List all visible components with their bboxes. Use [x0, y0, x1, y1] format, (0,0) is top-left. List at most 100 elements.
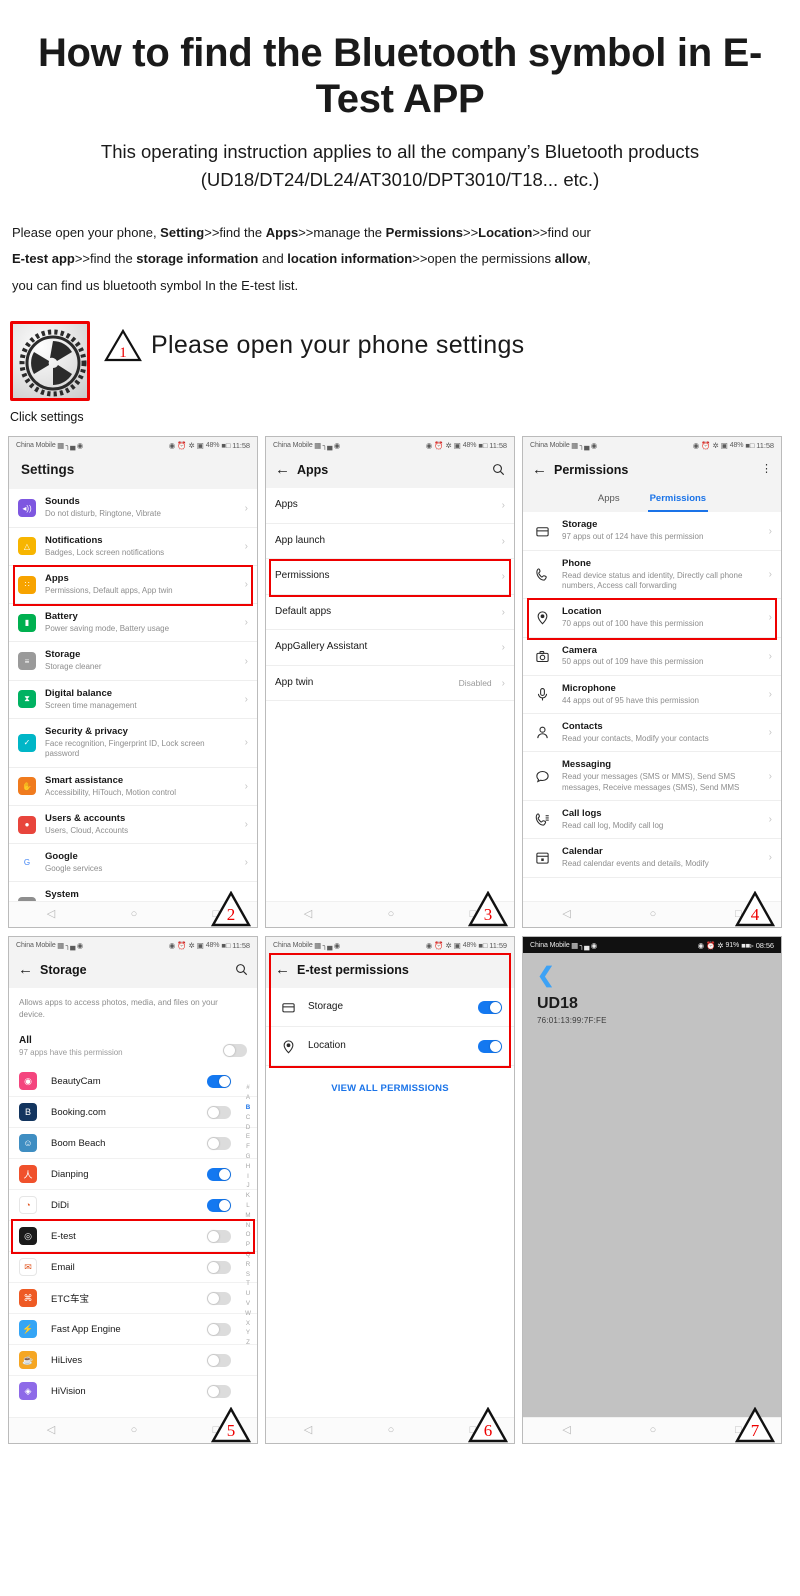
app-permission-toggle[interactable]	[207, 1074, 231, 1088]
alphabet-index-letter[interactable]: Y	[246, 1328, 250, 1338]
permission-row[interactable]: Microphone 44 apps out of 95 have this pe…	[523, 676, 781, 715]
app-toggle-row[interactable]: ◉ BeautyCam	[9, 1066, 257, 1096]
back-chevron-icon[interactable]: ❮	[537, 965, 767, 986]
settings-row[interactable]: ▮ Battery Power saving mode, Battery usage…	[9, 604, 257, 643]
etest-permission-row[interactable]: Storage	[266, 988, 514, 1028]
etest-permission-toggle[interactable]	[478, 1039, 502, 1053]
app-permission-toggle[interactable]	[207, 1291, 231, 1305]
alphabet-index-letter[interactable]: O	[246, 1230, 251, 1240]
app-toggle-row[interactable]: 人 Dianping	[9, 1158, 257, 1189]
app-toggle-row[interactable]: ☺ Boom Beach	[9, 1127, 257, 1158]
permission-row[interactable]: Storage 97 apps out of 124 have this perm…	[523, 512, 781, 551]
all-apps-row[interactable]: All 97 apps have this permission	[9, 1031, 257, 1066]
nav-home-icon[interactable]: ○	[650, 1425, 657, 1436]
alphabet-index-letter[interactable]: I	[247, 1172, 249, 1182]
permission-row[interactable]: Call logs Read call log, Modify call log ›	[523, 801, 781, 840]
app-permission-toggle[interactable]	[207, 1322, 231, 1336]
alphabet-index-letter[interactable]: G	[246, 1152, 251, 1162]
settings-row[interactable]: ∷ Apps Permissions, Default apps, App twin…	[9, 566, 257, 605]
nav-back-icon[interactable]: ◁	[304, 1425, 312, 1436]
alphabet-index-letter[interactable]: J	[246, 1181, 249, 1191]
alphabet-index-letter[interactable]: S	[246, 1270, 250, 1280]
app-permission-toggle[interactable]	[207, 1384, 231, 1398]
alphabet-index-letter[interactable]: #	[246, 1083, 249, 1093]
settings-row[interactable]: ≡ Storage Storage cleaner ›	[9, 642, 257, 681]
app-toggle-row[interactable]: ⚡ Fast App Engine	[9, 1313, 257, 1344]
app-permission-toggle[interactable]	[207, 1136, 231, 1150]
alphabet-index-letter[interactable]: K	[246, 1191, 250, 1201]
alphabet-index-letter[interactable]: N	[246, 1221, 250, 1231]
alphabet-index-letter[interactable]: W	[245, 1309, 251, 1319]
alphabet-index-letter[interactable]: H	[246, 1162, 250, 1172]
nav-home-icon[interactable]: ○	[131, 1425, 138, 1436]
nav-home-icon[interactable]: ○	[131, 909, 138, 920]
alphabet-index-letter[interactable]: R	[246, 1260, 250, 1270]
all-apps-toggle[interactable]	[223, 1044, 247, 1058]
settings-row[interactable]: △ Notifications Badges, Lock screen notifi…	[9, 528, 257, 566]
alphabet-index-letter[interactable]: A	[246, 1093, 250, 1103]
alphabet-index-letter[interactable]: M	[245, 1211, 250, 1221]
app-toggle-row[interactable]: ◔ DiDi	[9, 1189, 257, 1220]
alphabet-index-letter[interactable]: L	[246, 1201, 249, 1211]
app-permission-toggle[interactable]	[207, 1167, 231, 1181]
settings-row[interactable]: ◂)) Sounds Do not disturb, Ringtone, Vibra…	[9, 489, 257, 528]
etest-permission-toggle[interactable]	[478, 1000, 502, 1014]
settings-row[interactable]: G Google Google services ›	[9, 844, 257, 883]
back-arrow-icon[interactable]: ←	[275, 462, 297, 477]
alphabet-index-letter[interactable]: T	[246, 1279, 250, 1289]
settings-row[interactable]: ✓ Security & privacy Face recognition, Fin…	[9, 719, 257, 768]
alphabet-index-letter[interactable]: V	[246, 1299, 250, 1309]
back-arrow-icon[interactable]: ←	[18, 962, 40, 977]
apps-row[interactable]: App twin Disabled ›	[266, 666, 514, 702]
alphabet-index[interactable]: # A B C D E F G H I J K L M N O P Q R S T U V W X Y Z	[242, 1083, 254, 1348]
permission-row[interactable]: Phone Read device status and identity, Di…	[523, 551, 781, 600]
alphabet-index-letter[interactable]: P	[246, 1240, 250, 1250]
apps-row[interactable]: AppGallery Assistant ›	[266, 630, 514, 666]
alphabet-index-letter[interactable]: C	[246, 1113, 250, 1123]
app-toggle-row[interactable]: ◈ HiVision	[9, 1375, 257, 1406]
search-icon[interactable]	[235, 963, 248, 976]
alphabet-index-letter[interactable]: X	[246, 1319, 250, 1329]
more-vertical-icon[interactable]: ⋮	[761, 464, 772, 475]
app-toggle-row[interactable]: ⌘ ETC车宝	[9, 1282, 257, 1313]
apps-row[interactable]: App launch ›	[266, 524, 514, 560]
settings-row[interactable]: ⧗ Digital balance Screen time management ›	[9, 681, 257, 720]
search-icon[interactable]	[492, 463, 505, 476]
alphabet-index-letter[interactable]: Z	[246, 1338, 250, 1348]
app-permission-toggle[interactable]	[207, 1229, 231, 1243]
permission-row[interactable]: Camera 50 apps out of 109 have this permi…	[523, 638, 781, 676]
nav-back-icon[interactable]: ◁	[47, 909, 55, 920]
etest-permission-row[interactable]: Location	[266, 1027, 514, 1067]
nav-back-icon[interactable]: ◁	[304, 909, 312, 920]
permission-row[interactable]: Location 70 apps out of 100 have this per…	[523, 599, 781, 638]
app-toggle-row[interactable]: ◎ E-test	[9, 1220, 257, 1251]
app-permission-toggle[interactable]	[207, 1198, 231, 1212]
nav-home-icon[interactable]: ○	[388, 1425, 395, 1436]
permission-row[interactable]: Calendar Read calendar events and details…	[523, 839, 781, 878]
permission-row[interactable]: Contacts Read your contacts, Modify your …	[523, 714, 781, 753]
apps-row[interactable]: Default apps ›	[266, 595, 514, 631]
back-arrow-icon[interactable]: ←	[275, 962, 297, 977]
app-toggle-row[interactable]: ✉ Email	[9, 1251, 257, 1282]
apps-row[interactable]: Permissions ›	[266, 559, 514, 595]
alphabet-index-letter[interactable]: E	[246, 1132, 250, 1142]
tab-apps[interactable]: Apps	[596, 490, 622, 512]
nav-back-icon[interactable]: ◁	[47, 1425, 55, 1436]
settings-row[interactable]: ● Users & accounts Users, Cloud, Accounts ›	[9, 806, 257, 845]
nav-back-icon[interactable]: ◁	[562, 1425, 570, 1436]
nav-home-icon[interactable]: ○	[650, 909, 657, 920]
alphabet-index-letter[interactable]: U	[246, 1289, 250, 1299]
view-all-permissions-link[interactable]: VIEW ALL PERMISSIONS	[266, 1066, 514, 1094]
alphabet-index-letter[interactable]: B	[246, 1103, 250, 1113]
nav-back-icon[interactable]: ◁	[562, 909, 570, 920]
tab-permissions[interactable]: Permissions	[647, 490, 709, 513]
back-arrow-icon[interactable]: ←	[532, 462, 554, 477]
app-toggle-row[interactable]: ☕ HiLives	[9, 1344, 257, 1375]
gear-icon[interactable]	[10, 321, 90, 402]
permission-row[interactable]: Messaging Read your messages (SMS or MMS)…	[523, 752, 781, 802]
alphabet-index-letter[interactable]: Q	[246, 1250, 251, 1260]
apps-row[interactable]: Apps ›	[266, 488, 514, 524]
app-permission-toggle[interactable]	[207, 1105, 231, 1119]
nav-home-icon[interactable]: ○	[388, 909, 395, 920]
alphabet-index-letter[interactable]: D	[246, 1123, 250, 1133]
